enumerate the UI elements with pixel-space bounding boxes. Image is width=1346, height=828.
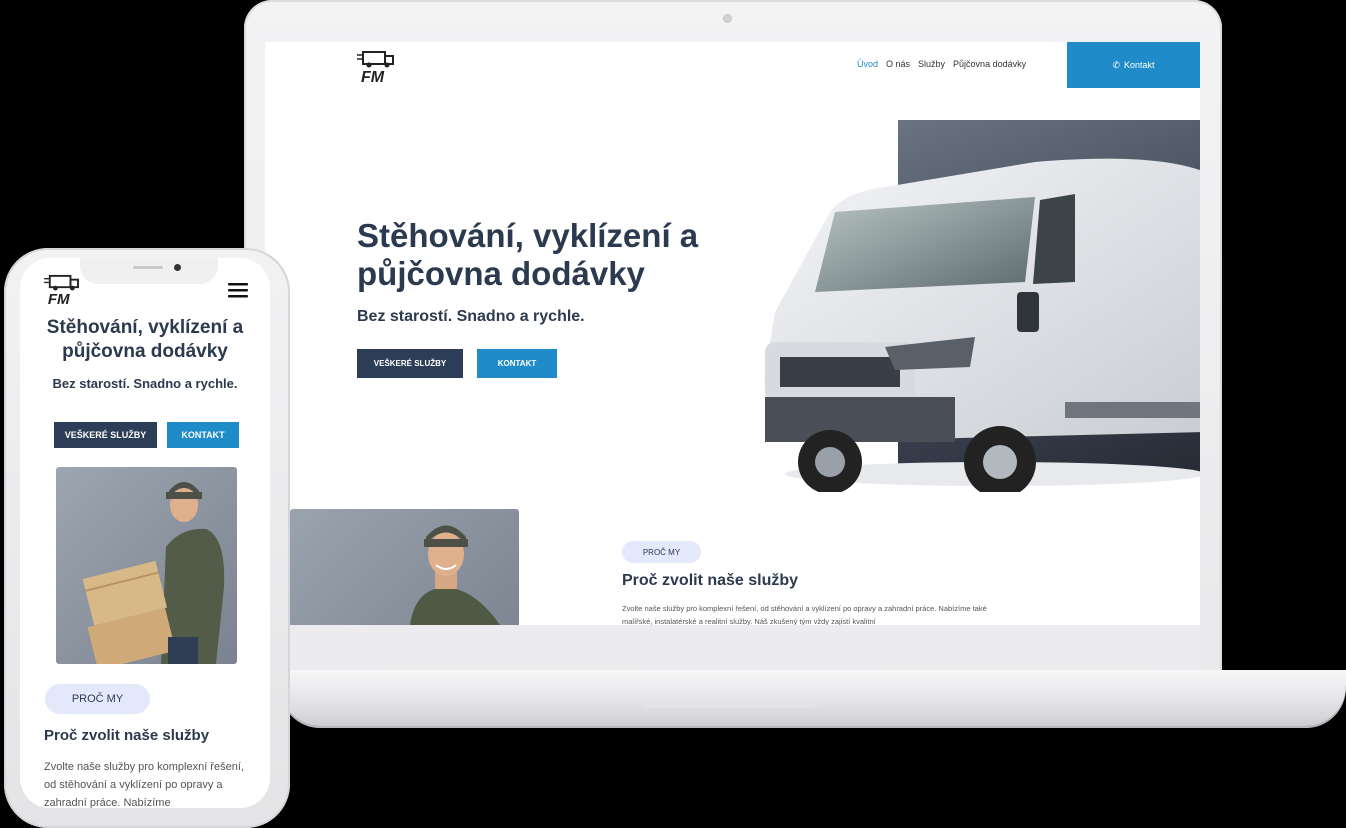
laptop-camera: [723, 14, 732, 23]
why-us-title: Proč zvolit naše služby: [622, 572, 799, 589]
mobile-hero-title: Stěhování, vyklízení a půjčovna dodávky: [46, 317, 244, 362]
nav-item-sluzby[interactable]: Služby: [918, 59, 945, 69]
phone-screen: FM Stěhování, vyklízení a půjčovna dodáv…: [20, 258, 270, 808]
phone-icon: ✆: [1112, 59, 1120, 70]
site-header: FM Úvod O nás Služby Půjčovna dodávky ✆ …: [265, 42, 1200, 88]
van-image: [764, 158, 1200, 492]
hero-subtitle: Bez starostí. Snadno a rychle.: [357, 308, 585, 325]
laptop-screen: FM Úvod O nás Služby Půjčovna dodávky ✆ …: [265, 42, 1200, 625]
hamburger-menu-icon[interactable]: [228, 282, 248, 298]
contact-button[interactable]: ✆ Kontakt: [1067, 42, 1200, 88]
nav-item-o-nas[interactable]: O nás: [886, 59, 910, 69]
hero-title: Stěhování, vyklízení a půjčovna dodávky: [357, 217, 699, 292]
fm-logo-icon-mobile[interactable]: FM: [44, 274, 80, 306]
logo-text: FM: [361, 69, 385, 84]
all-services-button[interactable]: VEŠKERÉ SLUŽBY: [357, 349, 463, 378]
fm-logo-icon[interactable]: FM: [357, 50, 395, 84]
laptop-base: [280, 670, 1346, 726]
worker-illustration: [410, 525, 500, 625]
mover-illustration: [82, 482, 225, 664]
mobile-all-services-button[interactable]: VEŠKERÉ SLUŽBY: [54, 422, 157, 448]
contact-button-label: Kontakt: [1124, 60, 1155, 70]
phone-notch: [80, 258, 218, 284]
why-us-text: Zvolte naše služby pro komplexní řešení,…: [622, 604, 987, 625]
contact-cta-button[interactable]: KONTAKT: [477, 349, 557, 378]
mobile-why-us-title: Proč zvolit naše služby: [44, 727, 210, 744]
nav-item-pujcovna[interactable]: Půjčovna dodávky: [953, 59, 1026, 69]
mobile-worker-image: [56, 467, 237, 664]
mobile-hero-subtitle: Bez starostí. Snadno a rychle.: [52, 376, 238, 391]
laptop-bezel: [265, 625, 1200, 673]
phone-camera: [174, 264, 181, 271]
mobile-why-us-badge: PROČ MY: [45, 684, 150, 714]
laptop-notch: [640, 698, 820, 708]
main-nav: Úvod O nás Služby Půjčovna dodávky: [857, 59, 1026, 69]
logo-text-mobile: FM: [48, 291, 70, 306]
mobile-why-us-text: Zvolte naše služby pro komplexní řešení,…: [44, 761, 244, 808]
phone-speaker: [133, 266, 163, 269]
nav-item-uvod[interactable]: Úvod: [857, 59, 878, 69]
worker-image: [290, 509, 519, 625]
why-us-badge: PROČ MY: [622, 541, 701, 563]
mobile-contact-button[interactable]: KONTAKT: [167, 422, 239, 448]
